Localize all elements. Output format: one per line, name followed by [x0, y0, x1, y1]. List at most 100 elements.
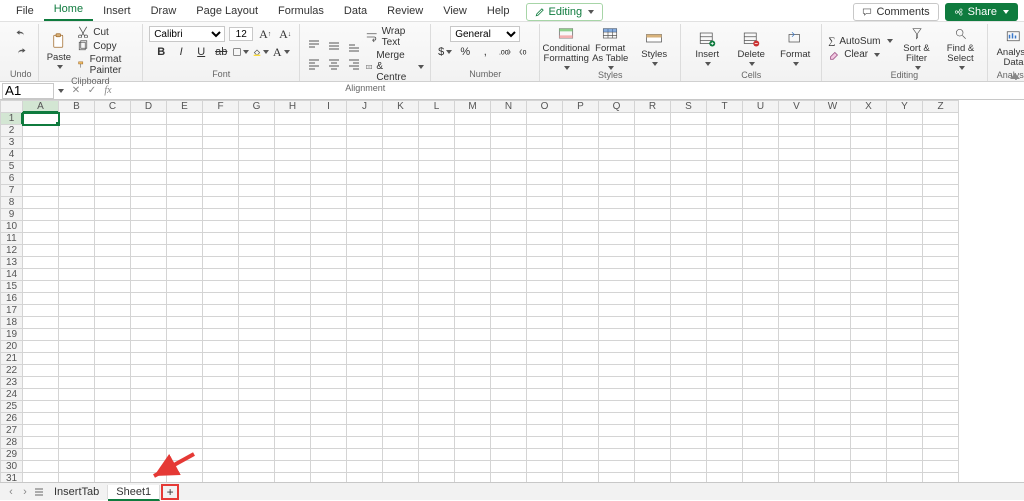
cell[interactable] — [131, 377, 167, 389]
cell[interactable] — [707, 161, 743, 173]
row-header[interactable]: 7 — [1, 185, 23, 197]
cell[interactable] — [383, 365, 419, 377]
cell[interactable] — [383, 353, 419, 365]
cell[interactable] — [851, 197, 887, 209]
cell[interactable] — [707, 197, 743, 209]
cell[interactable] — [491, 161, 527, 173]
cell[interactable] — [419, 377, 455, 389]
cell[interactable] — [815, 401, 851, 413]
cell[interactable] — [239, 305, 275, 317]
cell[interactable] — [887, 305, 923, 317]
cell[interactable] — [167, 293, 203, 305]
cell[interactable] — [311, 209, 347, 221]
cell[interactable] — [815, 281, 851, 293]
cell[interactable] — [815, 461, 851, 473]
cell[interactable] — [671, 221, 707, 233]
cell[interactable] — [671, 209, 707, 221]
cell[interactable] — [203, 269, 239, 281]
row-header[interactable]: 15 — [1, 281, 23, 293]
cell[interactable] — [779, 281, 815, 293]
cell[interactable] — [887, 233, 923, 245]
cell[interactable] — [347, 341, 383, 353]
cell[interactable] — [851, 281, 887, 293]
cell[interactable] — [563, 281, 599, 293]
row-header[interactable]: 2 — [1, 125, 23, 137]
cell[interactable] — [779, 257, 815, 269]
cell[interactable] — [59, 341, 95, 353]
cell[interactable] — [383, 341, 419, 353]
cell[interactable] — [671, 293, 707, 305]
cell[interactable] — [455, 281, 491, 293]
mode-editing-button[interactable]: Editing — [526, 3, 604, 21]
cell[interactable] — [455, 377, 491, 389]
cell[interactable] — [815, 233, 851, 245]
cell[interactable] — [239, 425, 275, 437]
cell[interactable] — [383, 425, 419, 437]
cell[interactable] — [95, 125, 131, 137]
cell[interactable] — [743, 281, 779, 293]
cell[interactable] — [311, 389, 347, 401]
cell[interactable] — [491, 173, 527, 185]
cell[interactable] — [455, 137, 491, 149]
cell[interactable] — [59, 281, 95, 293]
cell[interactable] — [671, 257, 707, 269]
cell[interactable] — [563, 293, 599, 305]
cell[interactable] — [59, 461, 95, 473]
cell[interactable] — [563, 197, 599, 209]
cell[interactable] — [167, 257, 203, 269]
cell[interactable] — [419, 401, 455, 413]
cell[interactable] — [851, 413, 887, 425]
cell[interactable] — [167, 209, 203, 221]
cell[interactable] — [275, 233, 311, 245]
cell[interactable] — [23, 365, 59, 377]
cell[interactable] — [527, 413, 563, 425]
cell[interactable] — [599, 233, 635, 245]
cell[interactable] — [383, 173, 419, 185]
row-header[interactable]: 31 — [1, 473, 23, 483]
cell[interactable] — [95, 245, 131, 257]
column-header[interactable]: I — [311, 101, 347, 113]
cell[interactable] — [671, 353, 707, 365]
cell[interactable] — [239, 257, 275, 269]
cell[interactable] — [923, 221, 959, 233]
cell[interactable] — [923, 437, 959, 449]
font-size-input[interactable] — [229, 27, 253, 41]
cell[interactable] — [671, 149, 707, 161]
formula-input[interactable] — [116, 83, 1024, 99]
cell[interactable] — [887, 365, 923, 377]
column-header[interactable]: V — [779, 101, 815, 113]
cell[interactable] — [491, 221, 527, 233]
cell[interactable] — [563, 305, 599, 317]
cell[interactable] — [707, 125, 743, 137]
cell[interactable] — [455, 293, 491, 305]
cell[interactable] — [95, 221, 131, 233]
cell[interactable] — [779, 317, 815, 329]
cell[interactable] — [419, 185, 455, 197]
cell[interactable] — [131, 209, 167, 221]
cell[interactable] — [203, 293, 239, 305]
cell[interactable] — [887, 197, 923, 209]
cell[interactable] — [383, 125, 419, 137]
cell[interactable] — [347, 413, 383, 425]
cell[interactable] — [635, 257, 671, 269]
cell[interactable] — [779, 353, 815, 365]
cell[interactable] — [311, 353, 347, 365]
cell[interactable] — [95, 461, 131, 473]
cell[interactable] — [635, 173, 671, 185]
cell[interactable] — [347, 161, 383, 173]
cell[interactable] — [635, 113, 671, 125]
cell[interactable] — [311, 281, 347, 293]
cell[interactable] — [635, 473, 671, 483]
cell[interactable] — [203, 329, 239, 341]
cell[interactable] — [23, 209, 59, 221]
cell[interactable] — [203, 149, 239, 161]
cell[interactable] — [275, 449, 311, 461]
cell[interactable] — [887, 173, 923, 185]
cell[interactable] — [851, 341, 887, 353]
cell[interactable] — [167, 305, 203, 317]
cell[interactable] — [455, 473, 491, 483]
cell[interactable] — [347, 461, 383, 473]
cell[interactable] — [887, 341, 923, 353]
cell[interactable] — [743, 185, 779, 197]
cell[interactable] — [707, 353, 743, 365]
